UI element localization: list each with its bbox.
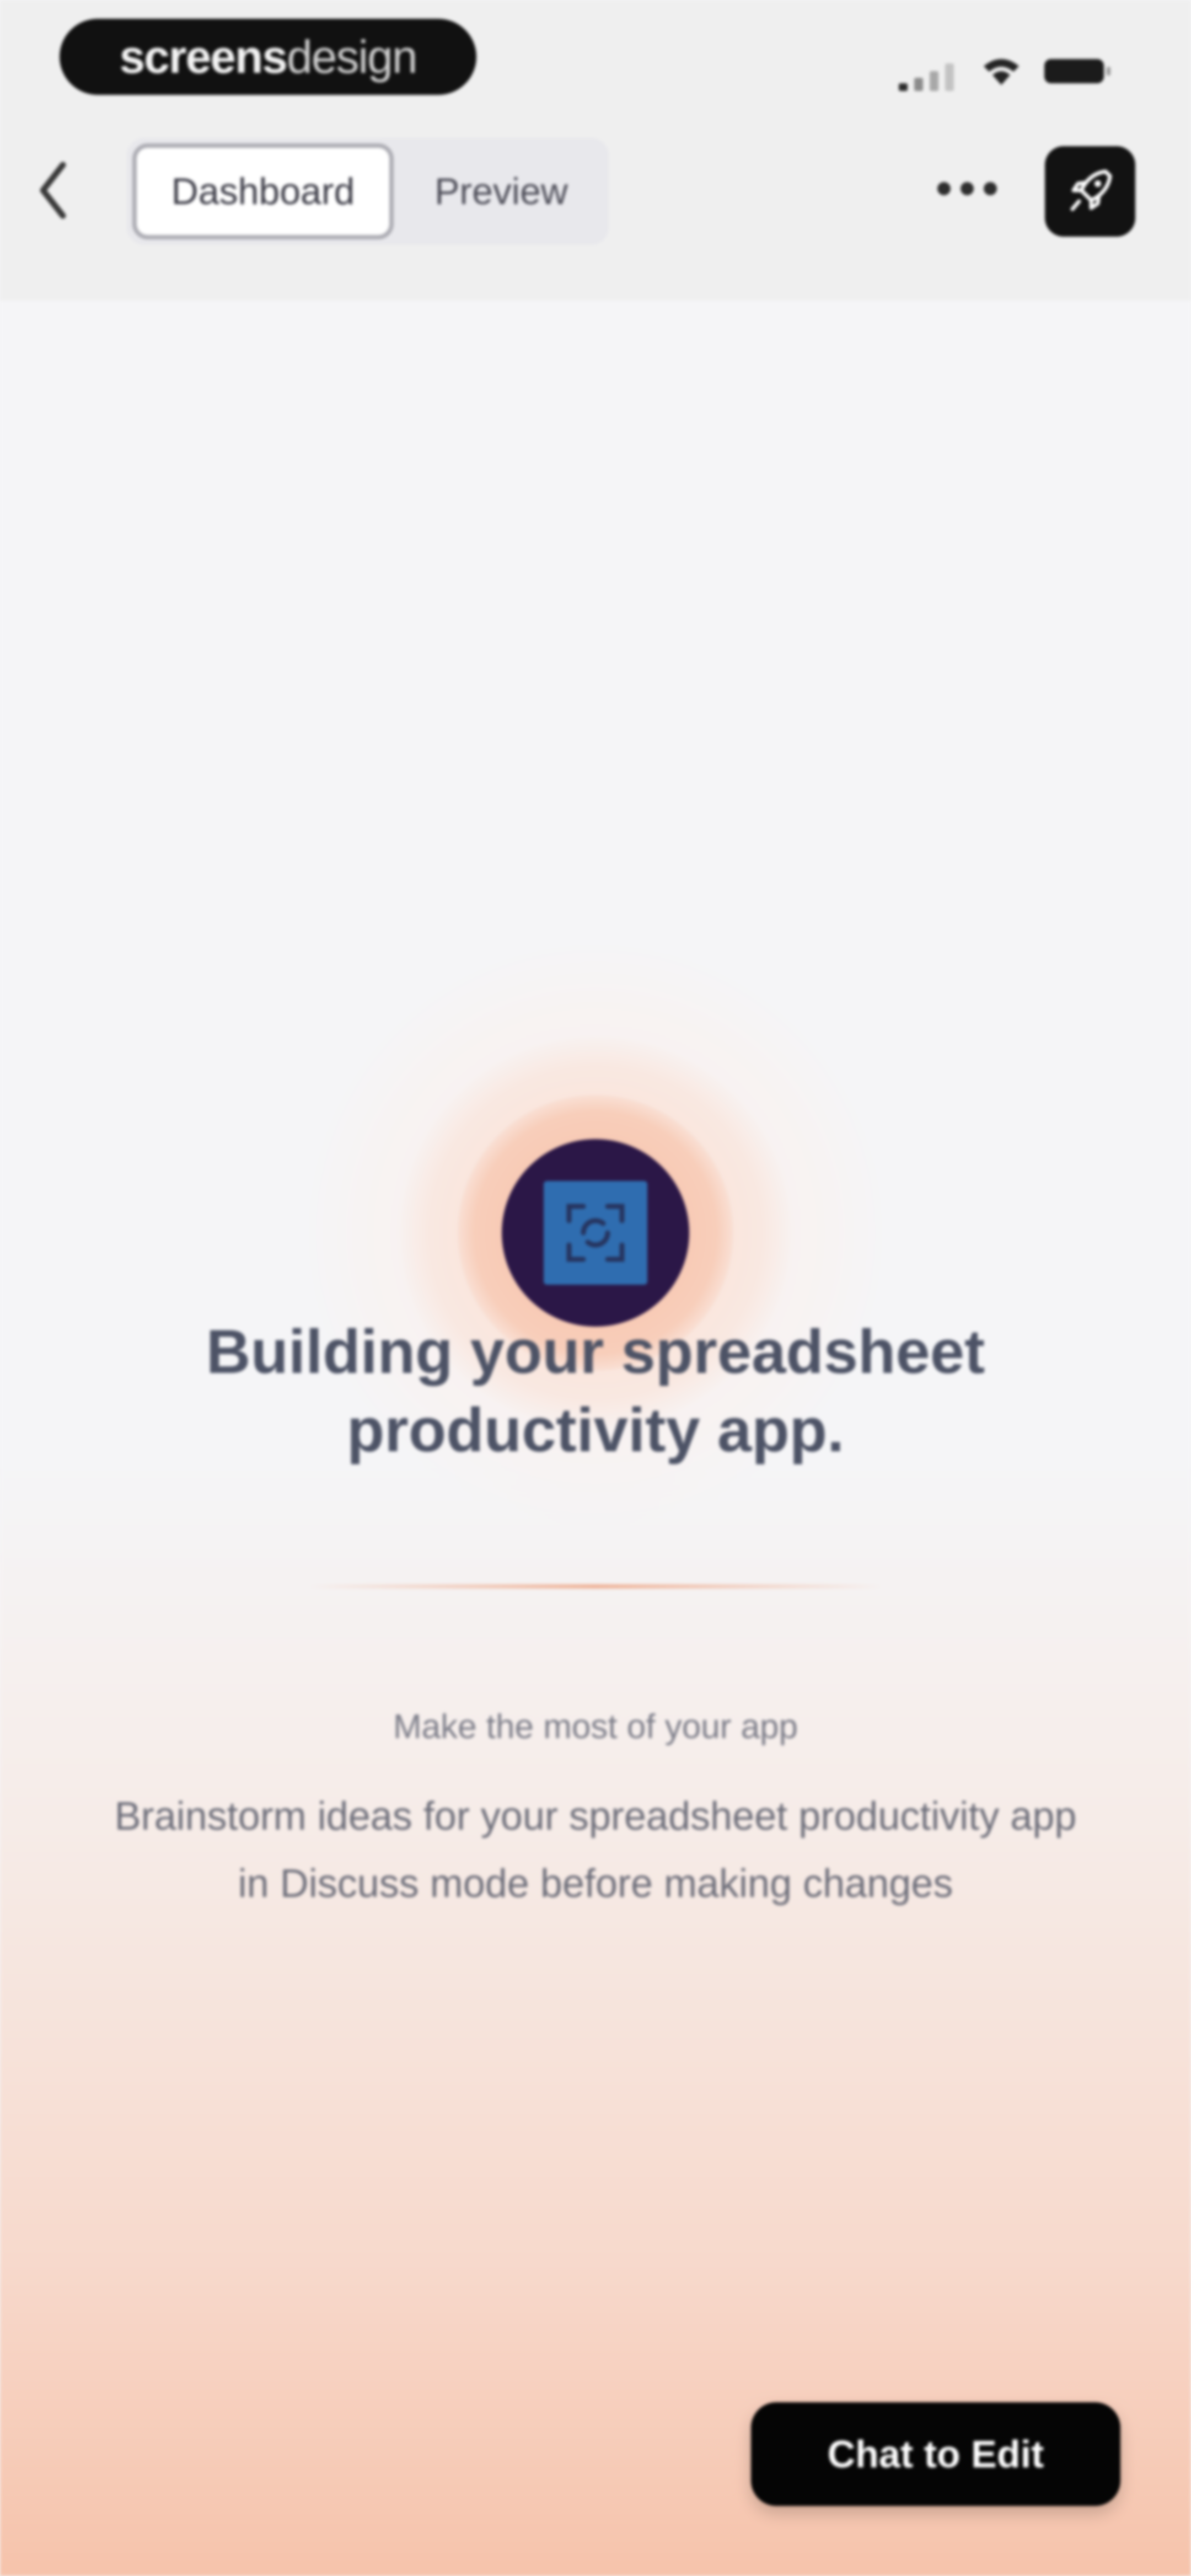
top-bar: screens design Dashboard Preview [0, 0, 1191, 301]
wifi-icon [984, 59, 1019, 85]
building-title: Building your spreadsheet productivity a… [206, 1317, 985, 1465]
progress-divider [309, 1584, 882, 1589]
app-screen: screens design Dashboard Preview Buildin… [0, 0, 1191, 2576]
more-horizontal-icon[interactable] [937, 182, 998, 199]
status-bar [899, 52, 1119, 91]
publish-button[interactable] [1045, 146, 1135, 237]
watermark-bold: screens [119, 30, 288, 83]
battery-icon [1044, 59, 1110, 83]
chat-to-edit-button[interactable]: Chat to Edit [751, 2402, 1120, 2506]
tab-preview[interactable]: Preview [399, 143, 603, 239]
chevron-left-icon[interactable] [34, 157, 73, 223]
watermark-light: design [287, 30, 418, 83]
app-logo [502, 1139, 689, 1327]
screensdesign-watermark: screens design [60, 19, 476, 95]
view-segmented-control: Dashboard Preview [127, 138, 609, 245]
signal-icon [899, 62, 959, 91]
app-scan-icon [544, 1181, 647, 1285]
tab-dashboard[interactable]: Dashboard [132, 143, 394, 239]
rocket-icon [1070, 169, 1112, 211]
tip-subtitle: Make the most of your app [393, 1708, 798, 1746]
tip-description: Brainstorm ideas for your spreadsheet pr… [114, 1794, 1077, 1906]
